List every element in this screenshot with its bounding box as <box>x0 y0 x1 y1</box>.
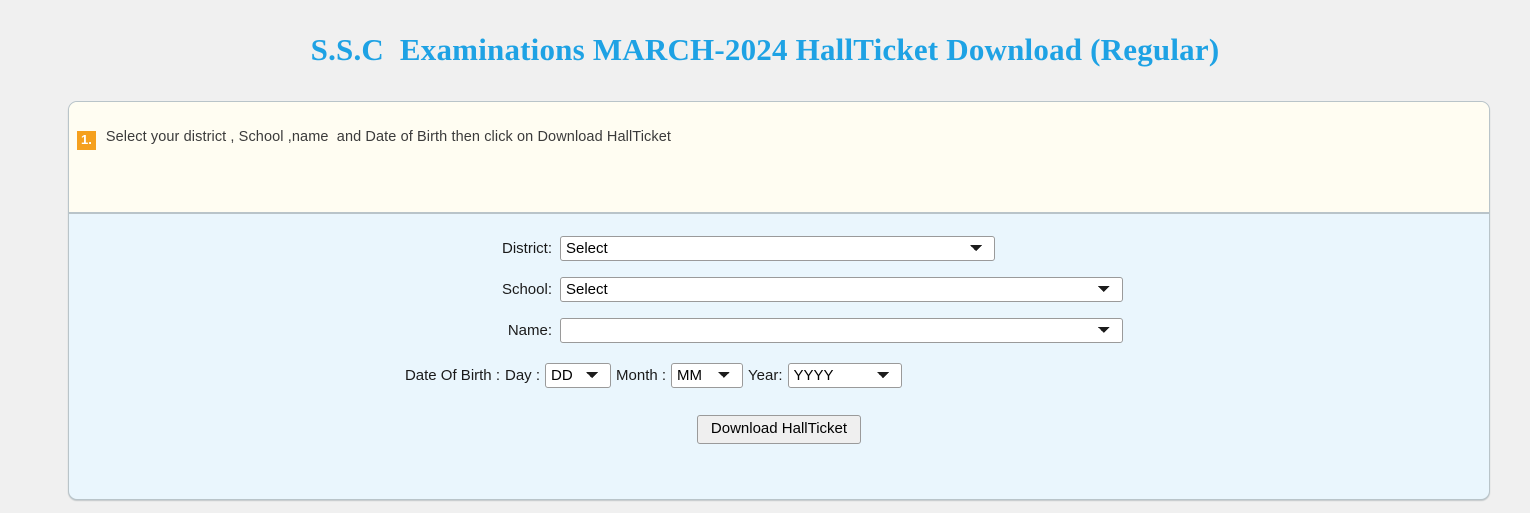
school-select[interactable]: Select <box>560 277 1123 302</box>
instruction-item: 1. Select your district , School ,name a… <box>73 129 1489 150</box>
instruction-number-badge: 1. <box>77 131 96 150</box>
month-label: Month : <box>616 367 667 384</box>
year-label: Year: <box>748 367 783 384</box>
name-label: Name: <box>507 322 552 339</box>
district-select[interactable]: Select <box>560 236 995 261</box>
download-hallticket-button[interactable]: Download HallTicket <box>696 415 862 444</box>
instruction-text: Select your district , School ,name and … <box>105 129 672 145</box>
instructions-section: 1. Select your district , School ,name a… <box>69 102 1489 214</box>
school-label: School: <box>501 281 552 298</box>
district-row: District: Select <box>69 228 1489 269</box>
date-of-birth-label: Date Of Birth : <box>404 367 500 384</box>
district-label: District: <box>502 240 552 257</box>
school-row: School: Select <box>69 269 1489 310</box>
name-row: Name: <box>69 310 1489 351</box>
year-select[interactable]: YYYY <box>787 363 902 388</box>
date-of-birth-row: Date Of Birth : Day : DD Month : MM Year… <box>69 355 1489 396</box>
hallticket-form-panel: 1. Select your district , School ,name a… <box>68 101 1490 500</box>
month-select[interactable]: MM <box>671 363 744 388</box>
name-select[interactable] <box>560 318 1123 343</box>
day-label: Day : <box>505 367 541 384</box>
day-select[interactable]: DD <box>545 363 612 388</box>
form-fields-section: District: Select School: Select Name: Da… <box>69 214 1489 444</box>
page-title: S.S.C Examinations MARCH-2024 HallTicket… <box>310 32 1220 67</box>
submit-row: Download HallTicket <box>69 415 1489 444</box>
